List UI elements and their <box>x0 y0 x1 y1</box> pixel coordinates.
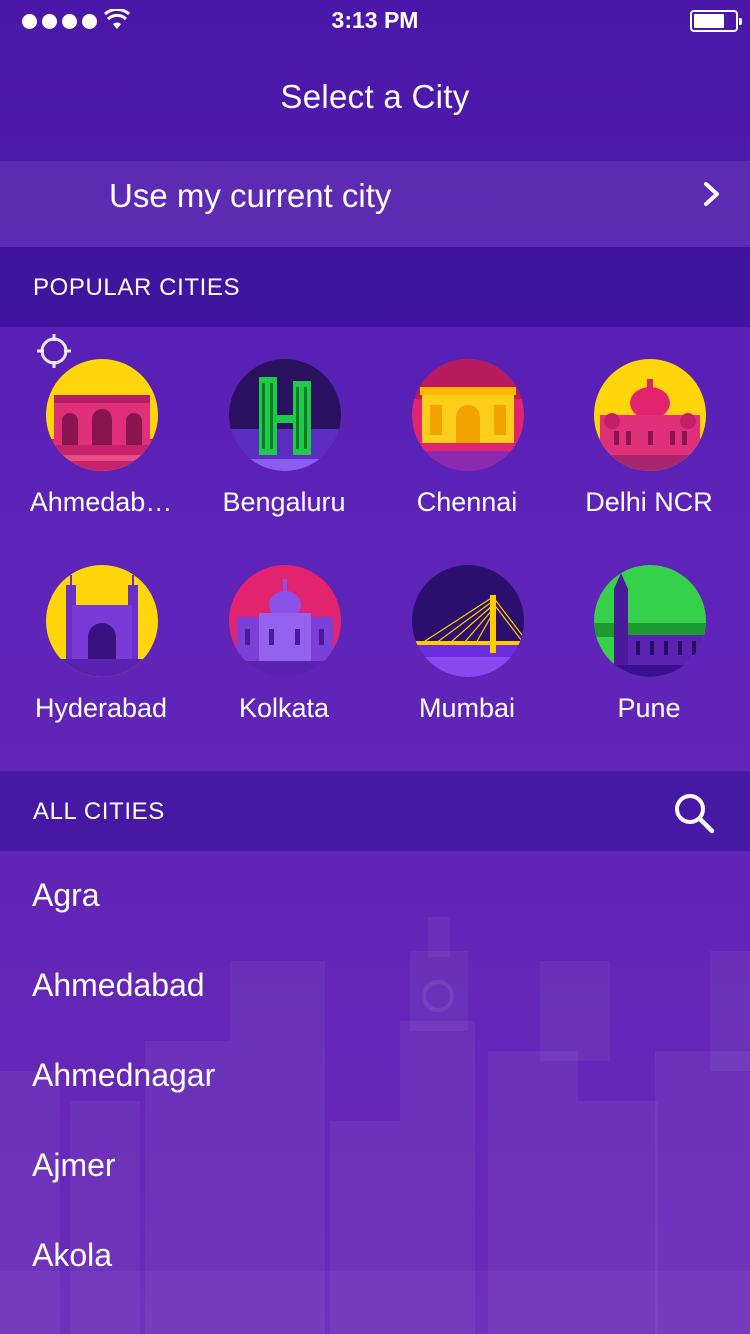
popular-city-name: Ahmedab… <box>29 487 173 517</box>
kolkata-victoria-icon <box>229 565 341 677</box>
popular-city-name: Pune <box>617 693 681 723</box>
city-list-item-ajmer[interactable]: Ajmer <box>32 1147 116 1184</box>
chennai-landmark-icon <box>412 359 524 471</box>
use-current-city-label: Use my current city <box>109 177 392 214</box>
select-city-screen: 3:13 PM Select a City Use my current cit… <box>0 0 750 1334</box>
popular-city-bengaluru[interactable]: Bengaluru <box>193 327 375 527</box>
popular-city-delhi-ncr[interactable]: Delhi NCR <box>558 327 740 527</box>
page-title: Select a City <box>280 78 470 115</box>
popular-city-ahmedabad[interactable]: Ahmedab… <box>10 327 192 527</box>
popular-city-name: Kolkata <box>238 693 330 723</box>
popular-cities-header: POPULAR CITIES <box>0 247 750 327</box>
popular-city-name: Chennai <box>416 487 518 517</box>
all-cities-header: ALL CITIES <box>0 771 750 851</box>
popular-city-chennai[interactable]: Chennai <box>376 327 558 527</box>
popular-cities-grid: Ahmedab… Bengaluru Chennai Delhi NCR Hyd… <box>0 327 750 771</box>
popular-cities-title: POPULAR CITIES <box>33 274 241 301</box>
city-list-item-akola[interactable]: Akola <box>32 1237 112 1274</box>
bengaluru-landmark-icon <box>229 359 341 471</box>
search-icon[interactable] <box>672 791 716 835</box>
popular-city-pune[interactable]: Pune <box>558 533 740 733</box>
city-list-item-ahmedabad[interactable]: Ahmedabad <box>32 967 205 1004</box>
status-bar: 3:13 PM <box>0 0 750 40</box>
battery-icon <box>690 10 742 32</box>
city-list-item-ahmednagar[interactable]: Ahmednagar <box>32 1057 215 1094</box>
popular-city-mumbai[interactable]: Mumbai <box>376 533 558 733</box>
popular-city-hyderabad[interactable]: Hyderabad <box>10 533 192 733</box>
city-list-item-agra[interactable]: Agra <box>32 877 100 914</box>
popular-city-name: Delhi NCR <box>585 487 713 517</box>
use-current-city-button[interactable]: Use my current city <box>0 161 750 368</box>
popular-city-name: Hyderabad <box>34 693 168 723</box>
popular-city-name: Mumbai <box>418 693 516 723</box>
chevron-right-icon <box>704 182 719 206</box>
popular-city-name: Bengaluru <box>222 487 346 517</box>
delhi-landmark-icon <box>594 359 706 471</box>
ahmedabad-landmark-icon <box>46 359 158 471</box>
hyderabad-charminar-icon <box>46 565 158 677</box>
mumbai-sealink-icon <box>412 565 524 677</box>
all-cities-list: Agra Ahmedabad Ahmednagar Ajmer Akola <box>0 851 750 1334</box>
pune-tower-icon <box>594 565 706 677</box>
status-time: 3:13 PM <box>331 7 419 33</box>
popular-city-kolkata[interactable]: Kolkata <box>193 533 375 733</box>
all-cities-title: ALL CITIES <box>33 798 165 825</box>
